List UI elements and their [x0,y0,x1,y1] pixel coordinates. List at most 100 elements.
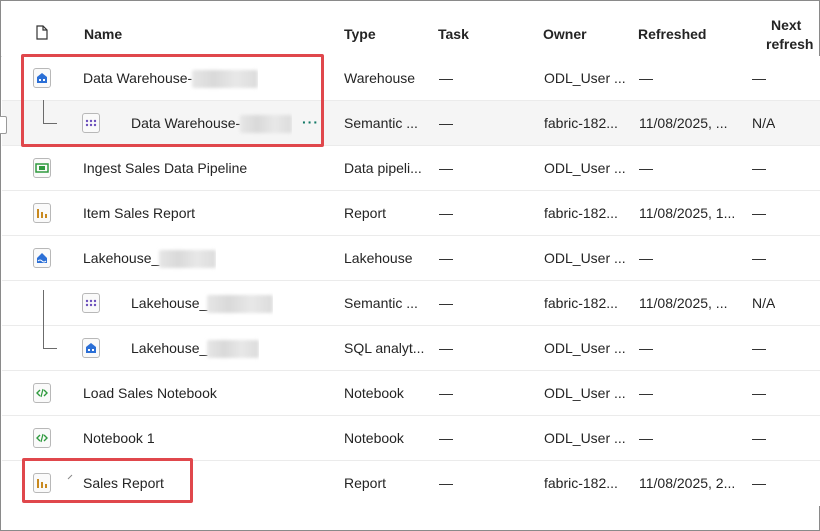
item-type: Report [344,475,387,491]
tree-connector [43,123,57,124]
table-row[interactable]: Sales Report Report — fabric-182... 11/0… [2,461,820,506]
item-next-refresh: — [752,430,766,446]
table-row[interactable]: Item Sales Report Report — fabric-182...… [2,191,820,236]
tree-connector [43,290,44,348]
header-owner[interactable]: Owner [543,26,587,42]
pipeline-icon [33,158,51,178]
item-next-refresh: N/A [752,295,776,311]
item-type: SQL analyt... [344,340,425,356]
item-owner: fabric-182... [544,475,618,491]
item-type: Semantic ... [344,115,418,131]
item-task: — [439,475,453,491]
row-select-checkbox[interactable] [0,116,7,134]
item-refreshed: 11/08/2025, ... [639,295,728,311]
item-owner: ODL_User ... [544,430,626,446]
report-icon [33,473,51,493]
table-header: Name Type Task Owner Refreshed Next refr… [1,1,820,57]
header-refreshed[interactable]: Refreshed [638,26,706,42]
item-name[interactable]: Data Warehouse- [131,101,293,145]
item-refreshed: — [639,160,653,176]
table-row[interactable]: Lakehouse_ SQL analyt... — ODL_User ... … [2,326,820,371]
item-type: Lakehouse [344,250,413,266]
table-row[interactable]: Data Warehouse- ··· Semantic ... — fabri… [2,101,820,146]
item-owner: ODL_User ... [544,250,626,266]
item-type: Report [344,205,387,221]
item-task: — [439,385,453,401]
item-owner: ODL_User ... [544,70,626,86]
semantic-model-icon [82,293,100,313]
item-refreshed: — [639,340,653,356]
table-row[interactable]: Load Sales Notebook Notebook — ODL_User … [2,371,820,416]
item-refreshed: 11/08/2025, 1... [639,205,736,221]
redacted-text [207,295,274,314]
item-type: Data pipeli... [344,160,422,176]
file-type-icon[interactable] [36,25,48,43]
table-row[interactable]: Lakehouse_ Lakehouse — ODL_User ... — — [2,236,820,281]
item-task: — [439,340,453,356]
item-next-refresh: — [752,250,766,266]
lakehouse-icon [33,248,51,268]
item-refreshed: — [639,430,653,446]
item-name[interactable]: Notebook 1 [83,416,155,460]
item-name[interactable]: Item Sales Report [83,191,195,235]
item-next-refresh: — [752,70,766,86]
sql-endpoint-icon [82,338,100,358]
item-refreshed: — [639,385,653,401]
item-owner: ODL_User ... [544,385,626,401]
tree-connector [43,100,44,123]
header-type[interactable]: Type [344,26,376,42]
item-owner: fabric-182... [544,205,618,221]
workspace-items-list: Name Type Task Owner Refreshed Next refr… [0,0,820,531]
item-name[interactable]: Lakehouse_ [131,281,274,325]
new-item-sparkle-icon [67,474,73,480]
table-row[interactable]: Lakehouse_ Semantic ... — fabric-182... … [2,281,820,326]
item-next-refresh: — [752,385,766,401]
header-next-refresh-line2[interactable]: refresh [766,36,813,52]
item-task: — [439,160,453,176]
header-next-refresh-line1[interactable]: Next [771,17,801,33]
item-next-refresh: — [752,205,766,221]
table-row[interactable]: Notebook 1 Notebook — ODL_User ... — — [2,416,820,461]
item-refreshed: 11/08/2025, 2... [639,475,736,491]
item-refreshed: — [639,250,653,266]
tree-connector [43,348,57,349]
item-next-refresh: — [752,475,766,491]
item-type: Semantic ... [344,295,418,311]
item-name[interactable]: Lakehouse_ [131,326,260,370]
item-next-refresh: — [752,340,766,356]
item-type: Notebook [344,430,404,446]
table-row[interactable]: Ingest Sales Data Pipeline Data pipeli..… [2,146,820,191]
item-refreshed: 11/08/2025, ... [639,115,728,131]
item-task: — [439,430,453,446]
semantic-model-icon [82,113,100,133]
redacted-text [192,70,259,89]
redacted-text [207,340,260,359]
item-owner: fabric-182... [544,115,618,131]
item-task: — [439,115,453,131]
report-icon [33,203,51,223]
notebook-icon [33,428,51,448]
item-task: — [439,70,453,86]
header-task[interactable]: Task [438,26,469,42]
item-name[interactable]: Sales Report [83,461,164,505]
item-name[interactable]: Load Sales Notebook [83,371,217,415]
notebook-icon [33,383,51,403]
more-options-button[interactable]: ··· [302,101,319,143]
redacted-text [159,250,217,269]
item-name[interactable]: Ingest Sales Data Pipeline [83,146,247,190]
item-task: — [439,250,453,266]
table-row[interactable]: Data Warehouse- Warehouse — ODL_User ...… [2,56,820,101]
item-type: Notebook [344,385,404,401]
item-type: Warehouse [344,70,416,86]
item-owner: ODL_User ... [544,160,626,176]
item-next-refresh: N/A [752,115,776,131]
item-owner: ODL_User ... [544,340,626,356]
header-name[interactable]: Name [84,26,122,42]
warehouse-icon [33,68,51,88]
item-task: — [439,295,453,311]
item-owner: fabric-182... [544,295,618,311]
item-next-refresh: — [752,160,766,176]
item-name[interactable]: Data Warehouse- [83,56,259,100]
redacted-text [240,115,293,134]
item-name[interactable]: Lakehouse_ [83,236,217,280]
